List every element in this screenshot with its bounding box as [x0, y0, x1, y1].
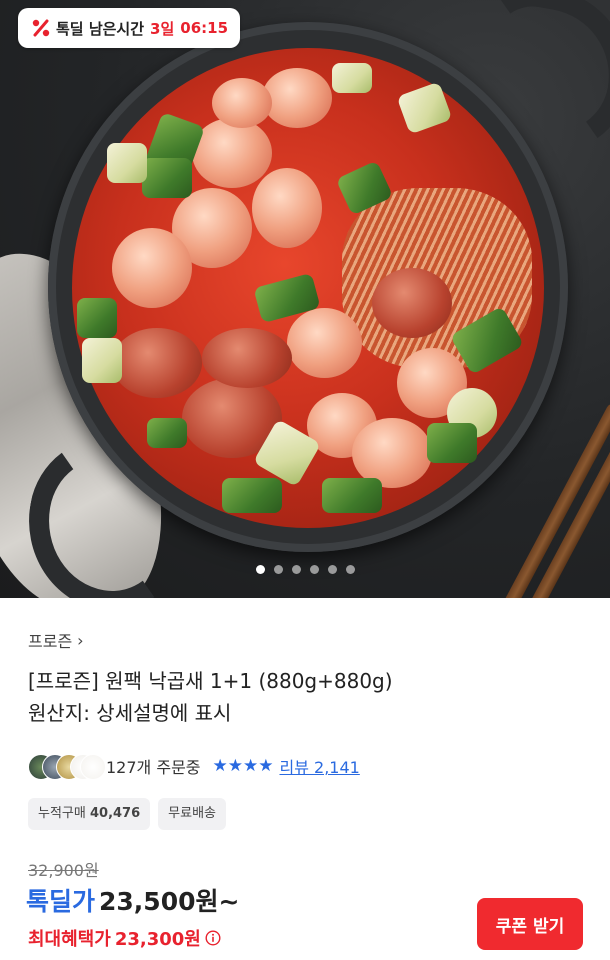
badge-row: 누적구매 40,476 무료배송 [28, 798, 226, 830]
deal-price-row: 톡딜가 23,500원~ [26, 882, 239, 918]
leek-white [107, 143, 147, 183]
carousel-dot[interactable] [345, 565, 355, 574]
deal-price: 23,500원~ [99, 887, 240, 916]
shrimp [287, 308, 362, 378]
original-price: 32,900원 [28, 861, 99, 880]
max-benefit-row: 최대혜택가 23,300원 [28, 925, 221, 951]
rating-stars: ★★★★ [212, 756, 274, 776]
max-benefit-label: 최대혜택가 [28, 929, 111, 950]
product-title: [프로즌] 원팩 낙곱새 1+1 (880g+880g) 원산지: 상세설명에 … [28, 665, 588, 729]
cumulative-value: 40,476 [89, 806, 141, 821]
leek [222, 478, 282, 513]
avatar-group [28, 752, 106, 780]
shrimp [262, 68, 332, 128]
leek [142, 158, 192, 198]
carousel-dot[interactable] [309, 565, 319, 574]
free-shipping-badge: 무료배송 [158, 798, 226, 830]
timer-days: 3일 [150, 19, 175, 38]
review-link[interactable]: 리뷰 2,141 [279, 754, 359, 778]
cumulative-label: 누적구매 [38, 806, 86, 821]
carousel-dot[interactable] [273, 565, 283, 574]
category-label: 프로즌 [28, 632, 73, 651]
chevron-right-icon: › [77, 630, 84, 650]
leek [77, 298, 117, 338]
cumulative-purchase-badge: 누적구매 40,476 [28, 798, 151, 830]
shrimp [212, 78, 272, 128]
leek [322, 478, 382, 513]
shrimp [112, 228, 192, 308]
orders-count: 127개 주문중 [106, 758, 201, 777]
leek [147, 418, 187, 448]
timer-time: 06:15 [180, 19, 229, 37]
timer-label: 톡딜 남은시간 [56, 19, 145, 38]
carousel-dot[interactable] [255, 565, 265, 574]
stew [72, 48, 544, 528]
leek-white [82, 338, 122, 383]
max-benefit-price: 23,300원 [114, 929, 201, 950]
category-link[interactable]: 프로즌 › [28, 628, 84, 652]
deal-timer: 톡딜 남은시간 3일 06:15 [18, 8, 241, 48]
octopus [112, 328, 202, 398]
info-icon[interactable] [205, 930, 221, 946]
avatar [80, 754, 106, 780]
carousel-indicator [0, 565, 610, 574]
octopus [372, 268, 452, 338]
carousel-dot[interactable] [327, 565, 337, 574]
leek-white [332, 63, 372, 93]
leek [427, 423, 477, 463]
social-proof: 127개 주문중 ★★★★ 리뷰 2,141 [28, 751, 360, 781]
octopus [202, 328, 292, 388]
get-coupon-button[interactable]: 쿠폰 받기 [477, 898, 583, 950]
product-title-line1: [프로즌] 원팩 낙곱새 1+1 (880g+880g) [28, 669, 393, 693]
product-image[interactable]: 톡딜 남은시간 3일 06:15 [0, 0, 610, 598]
product-origin: 원산지: 상세설명에 표시 [28, 701, 232, 725]
carousel-dot[interactable] [291, 565, 301, 574]
shrimp [252, 168, 322, 248]
deal-label: 톡딜가 [26, 887, 96, 916]
percent-icon [32, 19, 50, 37]
shrimp [192, 118, 272, 188]
